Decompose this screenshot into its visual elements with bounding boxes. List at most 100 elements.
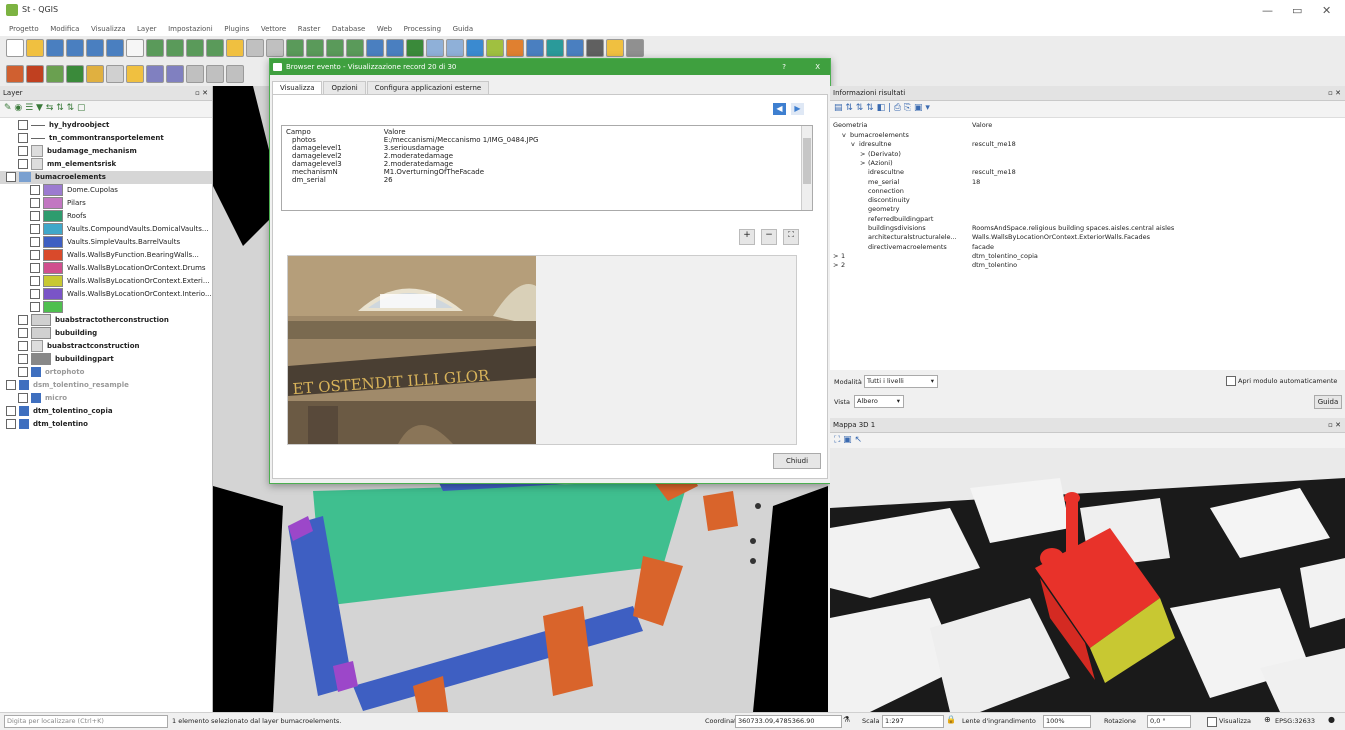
menu-modifica[interactable]: Modifica: [50, 22, 79, 36]
toolbar-tool-icon[interactable]: [186, 39, 204, 57]
layer-item[interactable]: bumacroelements: [0, 171, 212, 184]
toolbar-tool-icon[interactable]: [146, 39, 164, 57]
toolbar-tool-icon[interactable]: [606, 39, 624, 57]
help-button[interactable]: Guida: [1314, 395, 1342, 409]
dialog-close-icon[interactable]: X: [815, 59, 820, 75]
layer-item[interactable]: dtm_tolentino: [0, 418, 212, 431]
layer-visibility-checkbox[interactable]: [30, 289, 40, 299]
toolbar-tool-icon[interactable]: [586, 39, 604, 57]
toolbar-edit-icon[interactable]: [186, 65, 204, 83]
layer-item[interactable]: buabstractotherconstruction: [0, 314, 212, 327]
layer-item[interactable]: Vaults.SimpleVaults.BarrelVaults: [0, 236, 212, 249]
layer-visibility-checkbox[interactable]: [30, 263, 40, 273]
toolbar-edit-icon[interactable]: [46, 65, 64, 83]
panel-close-icon[interactable]: ▫ ✕: [1328, 86, 1341, 100]
locator-input[interactable]: Digita per localizzare (Ctrl+K): [4, 715, 168, 728]
zoom-in-icon[interactable]: +: [739, 229, 755, 245]
layer-item[interactable]: Walls.WallsByLocationOrContext.Exteri...: [0, 275, 212, 288]
layer-item[interactable]: [0, 301, 212, 314]
tab-opzioni[interactable]: Opzioni: [323, 81, 366, 94]
layer-visibility-checkbox[interactable]: [6, 380, 16, 390]
layer-visibility-checkbox[interactable]: [30, 237, 40, 247]
table-row[interactable]: mechanismN M1.OverturningOfTheFacade: [282, 168, 542, 176]
result-row-arrow[interactable]: >: [833, 252, 838, 261]
toolbar-edit-icon[interactable]: [206, 65, 224, 83]
toolbar-tool-icon[interactable]: [486, 39, 504, 57]
rotation-field[interactable]: 0,0 °: [1147, 715, 1191, 728]
menu-impostazioni[interactable]: Impostazioni: [168, 22, 213, 36]
layer-item[interactable]: Vaults.CompoundVaults.DomicalVaults...: [0, 223, 212, 236]
tab-configura[interactable]: Configura applicazioni esterne: [366, 81, 490, 94]
toolbar-tool-icon[interactable]: [366, 39, 384, 57]
toolbar-tool-icon[interactable]: [326, 39, 344, 57]
layers-toolbar-icons[interactable]: ✎ ◉ ☰ ▼ ⇆ ⇅ ⇅ ▢: [4, 103, 86, 113]
tab-visualizza[interactable]: Visualizza: [272, 81, 323, 94]
result-field[interactable]: buildingsdivisions: [868, 224, 926, 233]
layer-item[interactable]: Pilars: [0, 197, 212, 210]
minimize-icon[interactable]: —: [1262, 4, 1273, 17]
toolbar-tool-icon[interactable]: [306, 39, 324, 57]
layer-visibility-checkbox[interactable]: [18, 367, 28, 377]
toolbar-edit-icon[interactable]: [226, 65, 244, 83]
toolbar-tool-icon[interactable]: [546, 39, 564, 57]
result-field[interactable]: idrescultne: [868, 168, 904, 177]
toolbar-tool-icon[interactable]: [506, 39, 524, 57]
table-scrollbar[interactable]: [801, 126, 812, 210]
toolbar-tool-icon[interactable]: [466, 39, 484, 57]
menu-progetto[interactable]: Progetto: [9, 22, 39, 36]
result-field[interactable]: 2: [841, 261, 845, 270]
layer-visibility-checkbox[interactable]: [30, 276, 40, 286]
result-field[interactable]: (Derivato): [868, 150, 901, 159]
map3d-toolbar-icons[interactable]: ⛶ ▣ ↖: [834, 435, 862, 445]
layer-item[interactable]: tn_commontransportelement: [0, 132, 212, 145]
toolbar-tool-icon[interactable]: [26, 39, 44, 57]
layer-visibility-checkbox[interactable]: [18, 341, 28, 351]
table-row[interactable]: photos E:/meccanismi/Meccanismo 1/IMG_048…: [282, 136, 542, 144]
crs-label[interactable]: EPSG:32633: [1275, 717, 1315, 725]
toolbar-tool-icon[interactable]: [6, 39, 24, 57]
close-button[interactable]: Chiudi: [773, 453, 821, 469]
messages-icon[interactable]: ●: [1328, 715, 1335, 724]
map3d-view[interactable]: [830, 448, 1345, 712]
layer-item[interactable]: ortophoto: [0, 366, 212, 379]
toolbar-edit-icon[interactable]: [6, 65, 24, 83]
crs-globe-icon[interactable]: ⊕: [1264, 715, 1271, 724]
toolbar-edit-icon[interactable]: [26, 65, 44, 83]
menu-processing[interactable]: Processing: [404, 22, 441, 36]
result-field[interactable]: geometry: [868, 205, 900, 214]
layer-item[interactable]: buabstractconstruction: [0, 340, 212, 353]
layer-item[interactable]: Walls.WallsByLocationOrContext.Interio..…: [0, 288, 212, 301]
maximize-icon[interactable]: ▭: [1292, 4, 1302, 17]
layer-item[interactable]: Dome.Cupolas: [0, 184, 212, 197]
panel-close-icon[interactable]: ▫ ✕: [195, 86, 208, 100]
menu-vettore[interactable]: Vettore: [261, 22, 286, 36]
result-field[interactable]: directivemacroelements: [868, 243, 947, 252]
panel-close-icon[interactable]: ▫ ✕: [1328, 418, 1341, 432]
toolbar-tool-icon[interactable]: [346, 39, 364, 57]
toolbar-edit-icon[interactable]: [166, 65, 184, 83]
layer-item[interactable]: budamage_mechanism: [0, 145, 212, 158]
prev-record-icon[interactable]: ◀: [773, 103, 786, 115]
toolbar-edit-icon[interactable]: [126, 65, 144, 83]
layer-item[interactable]: Walls.WallsByLocationOrContext.Drums: [0, 262, 212, 275]
layer-item[interactable]: dtm_tolentino_copia: [0, 405, 212, 418]
render-checkbox[interactable]: [1207, 717, 1217, 727]
layer-visibility-checkbox[interactable]: [18, 393, 28, 403]
table-row[interactable]: damagelevel3 2.moderatedamage: [282, 160, 542, 168]
layer-visibility-checkbox[interactable]: [30, 224, 40, 234]
table-row[interactable]: dm_serial 26: [282, 176, 542, 184]
menu-raster[interactable]: Raster: [298, 22, 321, 36]
layer-visibility-checkbox[interactable]: [18, 315, 28, 325]
layer-visibility-checkbox[interactable]: [18, 120, 28, 130]
coordinate-toggle-icon[interactable]: ⚗: [843, 715, 850, 724]
toolbar-tool-icon[interactable]: [226, 39, 244, 57]
toolbar-tool-icon[interactable]: [406, 39, 424, 57]
toolbar-edit-icon[interactable]: [86, 65, 104, 83]
layer-item[interactable]: Roofs: [0, 210, 212, 223]
menu-layer[interactable]: Layer: [137, 22, 157, 36]
result-field[interactable]: me_serial: [868, 178, 899, 187]
toolbar-tool-icon[interactable]: [626, 39, 644, 57]
toolbar-tool-icon[interactable]: [86, 39, 104, 57]
toolbar-tool-icon[interactable]: [446, 39, 464, 57]
next-record-icon[interactable]: ▶: [791, 103, 804, 115]
